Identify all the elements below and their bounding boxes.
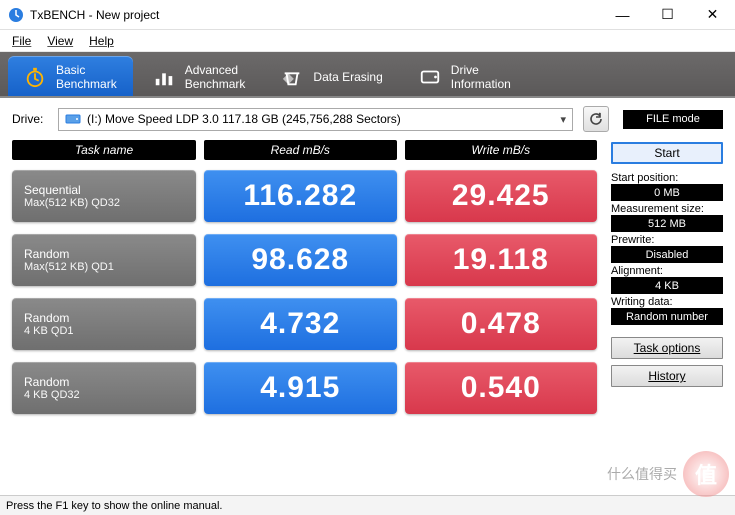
task-cell[interactable]: Random4 KB QD1	[12, 298, 196, 350]
result-row: Random4 KB QD14.7320.478	[12, 298, 597, 350]
tab-drive-information[interactable]: DriveInformation	[403, 56, 527, 98]
watermark: 什么值得买 值	[607, 451, 729, 497]
header-write: Write mB/s	[405, 140, 598, 160]
erase-icon	[281, 66, 303, 88]
tab-advanced-benchmark[interactable]: AdvancedBenchmark	[137, 56, 262, 98]
refresh-button[interactable]	[583, 106, 609, 132]
setting-label: Writing data:	[611, 296, 723, 308]
window-title: TxBENCH - New project	[30, 8, 600, 22]
setting-value: 0 MB	[611, 184, 723, 201]
refresh-icon	[588, 111, 604, 127]
read-value: 4.732	[204, 298, 397, 350]
read-value: 116.282	[204, 170, 397, 222]
maximize-button[interactable]: ☐	[645, 0, 690, 30]
tab-label: Data Erasing	[313, 70, 382, 84]
minimize-button[interactable]: —	[600, 0, 645, 30]
menu-view[interactable]: View	[41, 32, 79, 50]
status-text: Press the F1 key to show the online manu…	[6, 500, 222, 512]
window-controls: — ☐ ✕	[600, 0, 735, 30]
stopwatch-icon	[24, 66, 46, 88]
task-options-button[interactable]: Task options	[611, 337, 723, 359]
task-params: Max(512 KB) QD1	[24, 261, 184, 273]
watermark-logo: 值	[683, 451, 729, 497]
drive-info-icon	[419, 66, 441, 88]
task-cell[interactable]: Random4 KB QD32	[12, 362, 196, 414]
task-cell[interactable]: RandomMax(512 KB) QD1	[12, 234, 196, 286]
setting-label: Measurement size:	[611, 203, 723, 215]
tab-label: Benchmark	[56, 77, 117, 91]
history-button[interactable]: History	[611, 365, 723, 387]
task-cell[interactable]: SequentialMax(512 KB) QD32	[12, 170, 196, 222]
tab-label: Advanced	[185, 63, 238, 77]
write-value: 0.478	[405, 298, 598, 350]
drive-select[interactable]: (I:) Move Speed LDP 3.0 117.18 GB (245,7…	[58, 108, 573, 131]
results-panel: Task name Read mB/s Write mB/s Sequentia…	[12, 140, 597, 426]
setting-label: Start position:	[611, 172, 723, 184]
read-value: 98.628	[204, 234, 397, 286]
tab-basic-benchmark[interactable]: BasicBenchmark	[8, 56, 133, 98]
sidebar: Start Start position:0 MB Measurement siz…	[611, 140, 723, 426]
write-value: 29.425	[405, 170, 598, 222]
setting-label: Alignment:	[611, 265, 723, 277]
task-params: Max(512 KB) QD32	[24, 197, 184, 209]
task-name: Sequential	[24, 183, 184, 197]
app-icon	[8, 7, 24, 23]
task-name: Random	[24, 311, 184, 325]
file-mode-indicator: FILE mode	[623, 110, 723, 129]
task-params: 4 KB QD1	[24, 325, 184, 337]
drive-selected-text: (I:) Move Speed LDP 3.0 117.18 GB (245,7…	[87, 112, 401, 126]
menu-bar: File View Help	[0, 30, 735, 52]
setting-value: Random number	[611, 308, 723, 325]
title-bar: TxBENCH - New project — ☐ ✕	[0, 0, 735, 30]
task-name: Random	[24, 247, 184, 261]
tab-data-erasing[interactable]: Data Erasing	[265, 56, 398, 98]
start-button[interactable]: Start	[611, 142, 723, 164]
close-button[interactable]: ✕	[690, 0, 735, 30]
write-value: 0.540	[405, 362, 598, 414]
read-value: 4.915	[204, 362, 397, 414]
write-value: 19.118	[405, 234, 598, 286]
tab-strip: BasicBenchmark AdvancedBenchmark Data Er…	[0, 52, 735, 98]
menu-help[interactable]: Help	[83, 32, 120, 50]
header-task-name: Task name	[12, 140, 196, 160]
tab-label: Drive	[451, 63, 479, 77]
menu-file[interactable]: File	[6, 32, 37, 50]
drive-row: Drive: (I:) Move Speed LDP 3.0 117.18 GB…	[0, 98, 735, 140]
setting-label: Prewrite:	[611, 234, 723, 246]
task-params: 4 KB QD32	[24, 389, 184, 401]
status-bar: Press the F1 key to show the online manu…	[0, 495, 735, 515]
result-row: Random4 KB QD324.9150.540	[12, 362, 597, 414]
bar-chart-icon	[153, 66, 175, 88]
drive-icon	[65, 111, 81, 127]
setting-value: 4 KB	[611, 277, 723, 294]
setting-value: Disabled	[611, 246, 723, 263]
drive-label: Drive:	[12, 112, 48, 126]
watermark-text: 什么值得买	[607, 464, 677, 484]
header-read: Read mB/s	[204, 140, 397, 160]
result-row: RandomMax(512 KB) QD198.62819.118	[12, 234, 597, 286]
task-name: Random	[24, 375, 184, 389]
tab-label: Basic	[56, 63, 85, 77]
tab-label: Benchmark	[185, 77, 246, 91]
result-row: SequentialMax(512 KB) QD32116.28229.425	[12, 170, 597, 222]
setting-value: 512 MB	[611, 215, 723, 232]
tab-label: Information	[451, 77, 511, 91]
